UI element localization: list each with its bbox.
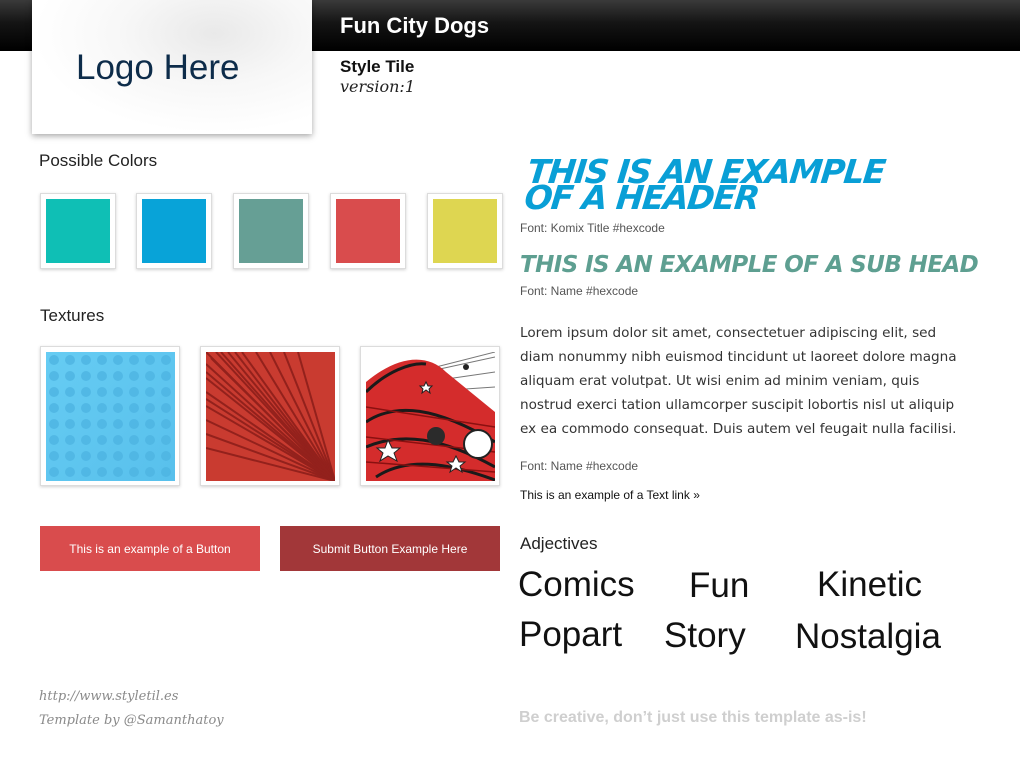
swatch-fill: [433, 199, 497, 263]
color-swatch-2: [136, 193, 212, 269]
swatch-fill: [239, 199, 303, 263]
texture-blue-halftone: [40, 346, 180, 486]
adjective-comics: Comics: [518, 565, 635, 604]
submit-button[interactable]: Submit Button Example Here: [280, 526, 500, 571]
example-subhead: THIS IS AN EXAMPLE OF A SUB HEAD: [520, 252, 979, 278]
adjectives-heading: Adjectives: [520, 534, 598, 553]
style-tile-label: Style Tile: [340, 57, 415, 76]
adjective-nostalgia: Nostalgia: [795, 617, 941, 656]
footer-tagline: Be creative, don’t just use this templat…: [519, 709, 867, 726]
body-copy-sample: Lorem ipsum dolor sit amet, consectetuer…: [520, 325, 957, 437]
swatch-fill: [336, 199, 400, 263]
texture-red-sunburst: [200, 346, 340, 486]
header-font-note: Font: Komix Title #hexcode: [520, 221, 665, 235]
possible-colors-heading: Possible Colors: [39, 151, 158, 170]
subhead-font-note: Font: Name #hexcode: [520, 284, 639, 298]
texture-comic-explosion: [360, 346, 500, 486]
styletile-url[interactable]: http://www.styletil.es: [39, 689, 178, 704]
site-title: Fun City Dogs: [340, 13, 490, 38]
example-text-link[interactable]: This is an example of a Text link »: [520, 488, 700, 502]
logo-placeholder: Logo Here: [32, 0, 312, 134]
color-swatch-4: [330, 193, 406, 269]
sunburst-texture-image: [206, 352, 335, 481]
adjective-kinetic: Kinetic: [817, 565, 923, 604]
example-button[interactable]: This is an example of a Button: [40, 526, 260, 571]
color-swatch-5: [427, 193, 503, 269]
template-credit: Template by @Samanthatoy: [39, 713, 224, 728]
swatch-fill: [46, 199, 110, 263]
halftone-texture-image: [46, 352, 175, 481]
swatch-fill: [142, 199, 206, 263]
adjective-story: Story: [664, 616, 746, 655]
textures-heading: Textures: [40, 306, 105, 325]
color-swatch-1: [40, 193, 116, 269]
adjective-fun: Fun: [689, 566, 750, 605]
example-header: THIS IS AN EXAMPLE OF A HEADER: [523, 152, 908, 217]
version-label: version:1: [340, 77, 415, 96]
adjective-popart: Popart: [519, 615, 623, 654]
logo-text: Logo Here: [76, 48, 240, 87]
body-font-note: Font: Name #hexcode: [520, 459, 639, 473]
comic-explosion-image: [366, 352, 495, 481]
color-swatch-3: [233, 193, 309, 269]
